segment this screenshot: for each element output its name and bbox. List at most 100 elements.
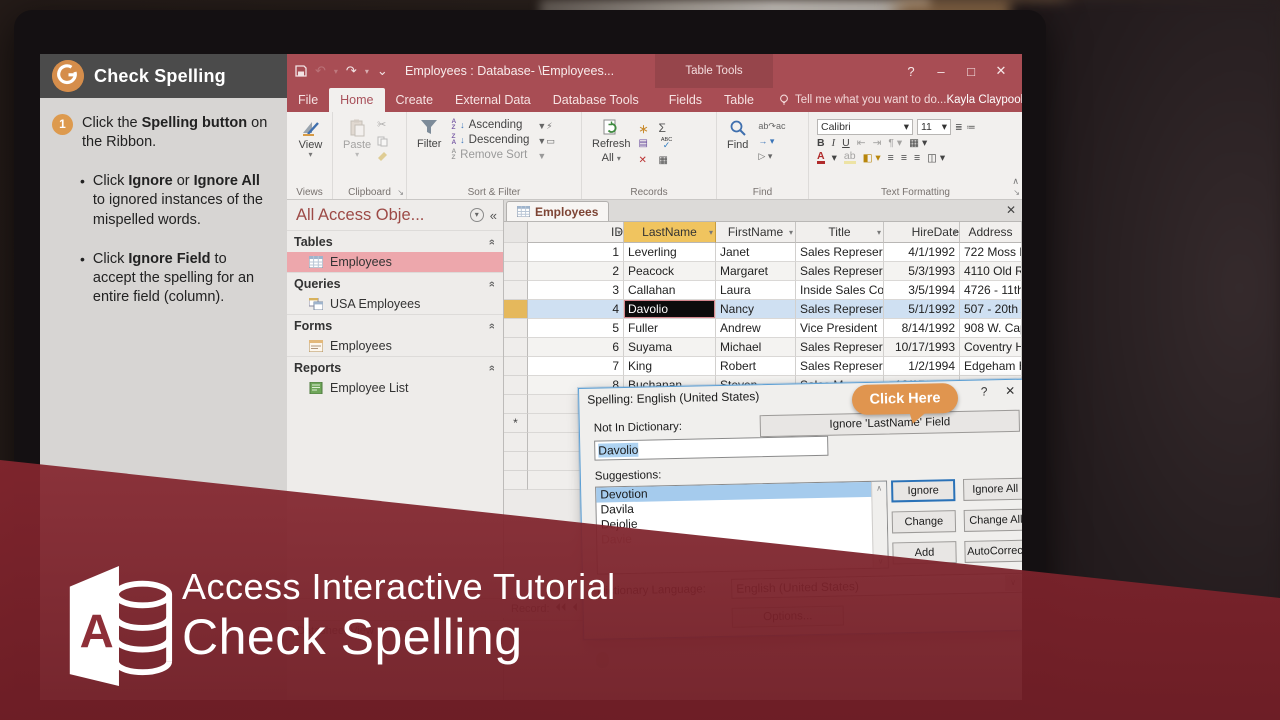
record-selector[interactable] [504, 243, 528, 262]
tell-me-box[interactable]: Tell me what you want to do... [779, 88, 946, 112]
collapse-ribbon-icon[interactable]: ∧ [1012, 176, 1019, 187]
cell[interactable]: Margaret [716, 262, 796, 281]
cell[interactable]: Sales Represer [796, 357, 884, 376]
cell[interactable]: Fuller [624, 319, 716, 338]
cell[interactable]: King [624, 357, 716, 376]
cell[interactable]: Sales Represer [796, 300, 884, 319]
ignore-button[interactable]: Ignore [891, 479, 956, 503]
cell[interactable]: Andrew [716, 319, 796, 338]
tab-file[interactable]: File [287, 88, 329, 112]
font-color-icon[interactable]: A [817, 151, 825, 164]
column-dropdown-icon[interactable]: ▾ [617, 222, 621, 243]
filter-button[interactable]: Filter [413, 117, 445, 161]
cell[interactable]: Leverling [624, 243, 716, 262]
close-icon[interactable]: ✕ [986, 63, 1016, 79]
nav-section-reports[interactable]: Reports » [287, 356, 503, 378]
cell[interactable]: 908 W. Capita [960, 319, 1022, 338]
bulleted-list-icon[interactable]: ≔ [967, 122, 976, 133]
click-here-callout[interactable]: Click Here [851, 382, 959, 435]
record-selector[interactable] [504, 319, 528, 338]
cell[interactable]: 4/1/1992 [884, 243, 960, 262]
numbered-list-icon[interactable]: ≣ [955, 122, 963, 133]
align-center-icon[interactable]: ≡ [901, 152, 907, 164]
cell[interactable]: 5/1/1992 [884, 300, 960, 319]
select-icon[interactable]: ▷ ▾ [758, 151, 785, 162]
cell[interactable]: 2 [528, 262, 624, 281]
signed-in-user[interactable]: Kayla Claypool [946, 88, 1022, 112]
cell[interactable]: Inside Sales Co [796, 281, 884, 300]
datasheet-formatting-icon[interactable]: ◫ ▾ [927, 152, 945, 164]
tab-external-data[interactable]: External Data [444, 88, 542, 112]
close-object-icon[interactable]: ✕ [1006, 203, 1016, 217]
redo-icon[interactable]: ↷ [346, 63, 357, 79]
column-header-title[interactable]: Title ▾ [796, 222, 884, 243]
record-selector[interactable] [504, 357, 528, 376]
text-formatting-dialog-launcher-icon[interactable]: ↘ [1013, 188, 1020, 197]
refresh-all-button[interactable]: Refresh All ▾ [588, 117, 635, 170]
nav-section-tables[interactable]: Tables » [287, 230, 503, 252]
toggle-filter-icon[interactable]: ▼ [537, 151, 554, 161]
cell[interactable]: 4726 - 11th Av [960, 281, 1022, 300]
find-button[interactable]: Find [723, 117, 752, 162]
cell[interactable]: Michael [716, 338, 796, 357]
help-icon[interactable]: ? [896, 64, 926, 79]
cell[interactable]: 3/5/1994 [884, 281, 960, 300]
increase-indent-icon[interactable]: ⇥ [873, 137, 882, 149]
nav-menu-icon[interactable]: ▾ [469, 208, 484, 222]
underline-icon[interactable]: U [842, 137, 850, 149]
cell[interactable]: Suyama [624, 338, 716, 357]
gridlines-icon[interactable]: ▦ ▾ [909, 137, 927, 149]
align-right-icon[interactable]: ≡ [914, 152, 920, 164]
column-dropdown-icon[interactable]: ▾ [953, 222, 957, 243]
cell[interactable]: 1 [528, 243, 624, 262]
nav-item-table-employees[interactable]: Employees [287, 252, 503, 272]
cut-icon[interactable]: ✂ [377, 120, 388, 131]
nav-section-forms[interactable]: Forms » [287, 314, 503, 336]
shutter-bar-close-icon[interactable]: « [490, 208, 497, 223]
cell[interactable]: 4110 Old Red [960, 262, 1022, 281]
view-button[interactable]: View ▾ [293, 117, 328, 159]
more-records-icon[interactable]: ▦ [659, 155, 675, 170]
sort-ascending-button[interactable]: AZ ↓ Ascending [451, 118, 529, 131]
cell[interactable]: 8/14/1992 [884, 319, 960, 338]
undo-dropdown-icon[interactable]: ▾ [334, 67, 338, 76]
advanced-filter-icon[interactable]: ▼▭ [537, 136, 554, 147]
new-record-selector[interactable]: * [504, 414, 528, 433]
record-selector[interactable] [504, 433, 528, 452]
spelling-button[interactable]: ABC ✓ [659, 137, 675, 153]
column-dropdown-icon[interactable]: ▾ [877, 222, 881, 243]
change-button[interactable]: Change [891, 510, 957, 534]
cell[interactable]: Robert [716, 357, 796, 376]
nav-item-report-employee-list[interactable]: Employee List [287, 378, 503, 398]
clipboard-dialog-launcher-icon[interactable]: ↘ [397, 188, 404, 197]
save-record-icon[interactable]: ▤ [639, 138, 655, 153]
nav-item-form-employees[interactable]: Employees [287, 336, 503, 356]
selection-filter-icon[interactable]: ▼⚡ [537, 121, 554, 132]
record-selector[interactable] [504, 376, 528, 395]
nav-item-query-usa-employees[interactable]: USA Employees [287, 294, 503, 314]
record-selector[interactable] [504, 471, 528, 490]
goto-icon[interactable]: → ▾ [758, 136, 785, 147]
minimize-icon[interactable]: – [926, 64, 956, 79]
new-record-icon[interactable]: ＊ [639, 121, 655, 136]
cell[interactable]: Vice President [796, 319, 884, 338]
cell-editing-davolio[interactable]: Davolio [624, 300, 716, 319]
cell[interactable]: 4 [528, 300, 624, 319]
font-name-select[interactable]: Calibri ▾ [817, 119, 913, 135]
save-icon[interactable] [295, 65, 307, 77]
decrease-indent-icon[interactable]: ⇤ [857, 137, 866, 149]
column-header-lastname[interactable]: LastName ▾ [624, 222, 716, 243]
cell[interactable]: 507 - 20th Ave [960, 300, 1022, 319]
tab-create[interactable]: Create [385, 88, 445, 112]
ignore-all-button[interactable]: Ignore All [962, 477, 1022, 501]
cell[interactable]: 1/2/1994 [884, 357, 960, 376]
bold-icon[interactable]: B [817, 137, 825, 149]
object-tab-employees[interactable]: Employees [506, 201, 610, 221]
cell[interactable]: Edgeham Hol [960, 357, 1022, 376]
replace-icon[interactable]: ab↷ac [758, 121, 785, 132]
column-header-firstname[interactable]: FirstName ▾ [716, 222, 796, 243]
nav-section-queries[interactable]: Queries » [287, 272, 503, 294]
sort-descending-button[interactable]: ZA ↓ Descending [451, 133, 529, 146]
paragraph-direction-icon[interactable]: ¶ ▾ [888, 137, 902, 149]
cell[interactable]: 722 Moss Bay [960, 243, 1022, 262]
